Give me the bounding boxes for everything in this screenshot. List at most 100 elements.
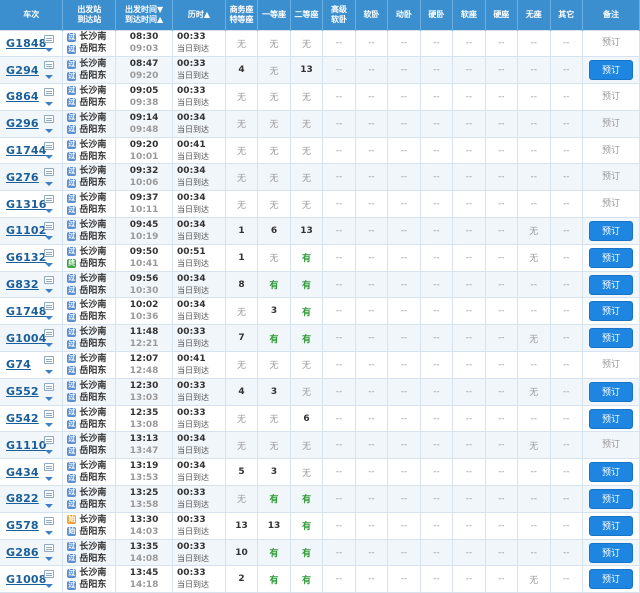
expand-caret-icon[interactable] — [45, 235, 54, 240]
train-info-icon[interactable] — [44, 490, 55, 499]
book-button[interactable]: 预订 — [588, 274, 633, 295]
train-info-icon[interactable] — [44, 409, 55, 418]
train-info-icon[interactable] — [44, 195, 55, 204]
from-station-type-icon: 过 — [67, 461, 77, 471]
expand-caret-icon[interactable] — [45, 343, 54, 348]
train-info-icon[interactable] — [44, 61, 55, 70]
train-number-cell: G1110 — [0, 431, 64, 460]
seat-cell-yw: -- — [420, 163, 454, 192]
column-header-gjrw-line: 高级 — [330, 4, 347, 14]
book-button[interactable]: 预订 — [588, 462, 633, 483]
seat-availability: -- — [530, 118, 538, 129]
train-info-icon[interactable] — [44, 248, 55, 257]
train-info-icon[interactable] — [44, 570, 55, 579]
table-header-row: 车次 出发站 到达站 出发时间▼ 到达时间▲ 历时▲ 商务座 特等座 一等座 二等座 高级 软卧 软卧动… — [0, 0, 640, 30]
departure-time: 12:35 — [129, 407, 159, 418]
train-info-icon[interactable] — [44, 463, 55, 472]
book-button[interactable]: 预订 — [588, 408, 633, 429]
expand-caret-icon[interactable] — [45, 101, 54, 106]
seat-availability: -- — [498, 279, 505, 290]
train-number-link[interactable]: G1102 — [6, 224, 47, 237]
from-station-name: 长沙南 — [79, 300, 107, 311]
train-number-link[interactable]: G296 — [6, 117, 39, 130]
expand-caret-icon[interactable] — [45, 450, 54, 455]
seat-availability: -- — [498, 225, 505, 236]
train-number-link[interactable]: G1316 — [6, 198, 47, 211]
arrival-time: 09:38 — [129, 97, 159, 108]
expand-caret-icon[interactable] — [45, 477, 54, 482]
book-button[interactable]: 预订 — [588, 488, 633, 509]
expand-caret-icon[interactable] — [45, 423, 54, 428]
train-number-link[interactable]: G6132 — [6, 251, 47, 264]
column-header-duration[interactable]: 历时▲ — [172, 0, 226, 30]
train-number-link[interactable]: G822 — [6, 492, 39, 505]
book-button[interactable]: 预订 — [588, 569, 633, 590]
train-number-cell: G832 — [0, 270, 64, 299]
train-number-link[interactable]: G864 — [6, 90, 39, 103]
expand-caret-icon[interactable] — [45, 396, 54, 401]
seat-availability: 无 — [237, 39, 247, 50]
train-info-icon[interactable] — [44, 34, 55, 43]
train-number-cell: G1102 — [0, 217, 64, 245]
train-info-icon[interactable] — [44, 114, 55, 123]
train-info-icon[interactable] — [44, 516, 55, 525]
train-number-link[interactable]: G578 — [6, 519, 39, 532]
train-info-icon[interactable] — [44, 543, 55, 552]
train-number-link[interactable]: G286 — [6, 546, 39, 559]
expand-caret-icon[interactable] — [45, 557, 54, 562]
book-button[interactable]: 预订 — [588, 328, 633, 349]
book-button[interactable]: 预订 — [588, 247, 633, 268]
train-number-link[interactable]: G1008 — [6, 573, 47, 586]
seat-cell-yz: -- — [485, 351, 519, 379]
train-info-icon[interactable] — [44, 302, 55, 311]
column-header-wz: 无座 — [517, 0, 551, 30]
expand-caret-icon[interactable] — [45, 75, 54, 80]
book-button[interactable]: 预订 — [588, 220, 633, 241]
arrival-time: 10:30 — [129, 285, 159, 296]
train-number-link[interactable]: G832 — [6, 278, 39, 291]
train-info-icon[interactable] — [44, 356, 55, 365]
book-button[interactable]: 预订 — [588, 60, 633, 81]
train-info-icon[interactable] — [44, 141, 55, 150]
train-number-link[interactable]: G276 — [6, 171, 39, 184]
train-info-icon[interactable] — [44, 382, 55, 391]
train-info-icon[interactable] — [44, 168, 55, 177]
seat-cell-rw: -- — [355, 29, 389, 58]
book-button[interactable]: 预订 — [588, 515, 633, 536]
train-number-link[interactable]: G542 — [6, 412, 39, 425]
train-number-link[interactable]: G1004 — [6, 332, 47, 345]
train-info-icon[interactable] — [44, 222, 55, 231]
train-number-link[interactable]: G1748 — [6, 305, 47, 318]
expand-caret-icon[interactable] — [45, 128, 54, 133]
book-button[interactable]: 预订 — [588, 301, 633, 322]
expand-caret-icon[interactable] — [45, 369, 54, 374]
train-number-link[interactable]: G552 — [6, 385, 39, 398]
seat-availability: -- — [498, 145, 505, 156]
expand-caret-icon[interactable] — [45, 155, 54, 160]
expand-caret-icon[interactable] — [45, 182, 54, 187]
expand-caret-icon[interactable] — [45, 289, 54, 294]
arrival-day-note: 当日到达 — [177, 124, 210, 134]
train-number-link[interactable]: G74 — [6, 358, 31, 371]
from-station-type-icon: 过 — [67, 542, 77, 552]
expand-caret-icon[interactable] — [45, 48, 54, 53]
seat-cell-second: 无 — [290, 163, 324, 192]
train-info-icon[interactable] — [44, 88, 55, 97]
train-number-link[interactable]: G294 — [6, 64, 39, 77]
column-header-time[interactable]: 出发时间▼ 到达时间▲ — [115, 0, 174, 30]
train-number-link[interactable]: G1110 — [6, 439, 47, 452]
train-info-icon[interactable] — [44, 436, 55, 445]
book-button[interactable]: 预订 — [588, 542, 633, 563]
train-number-link[interactable]: G1744 — [6, 144, 47, 157]
expand-caret-icon[interactable] — [45, 262, 54, 267]
train-number-link[interactable]: G1848 — [6, 37, 47, 50]
book-button[interactable]: 预订 — [588, 381, 633, 402]
expand-caret-icon[interactable] — [45, 530, 54, 535]
expand-caret-icon[interactable] — [45, 209, 54, 214]
train-number-link[interactable]: G434 — [6, 466, 39, 479]
train-info-icon[interactable] — [44, 275, 55, 284]
train-number-cell: G578 — [0, 511, 64, 540]
train-info-icon[interactable] — [44, 329, 55, 338]
expand-caret-icon[interactable] — [45, 316, 54, 321]
expand-caret-icon[interactable] — [45, 503, 54, 508]
